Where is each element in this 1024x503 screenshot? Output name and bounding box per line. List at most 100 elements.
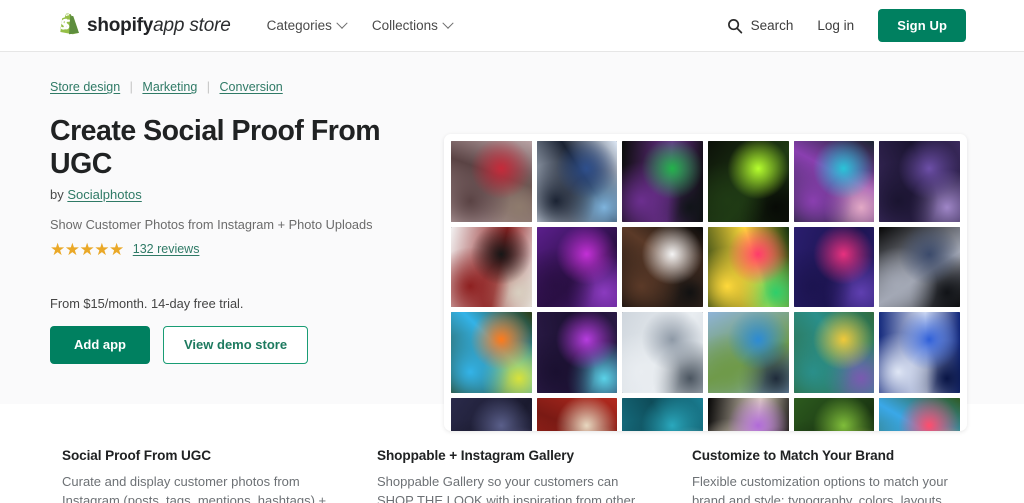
feature-card-2: Shoppable + Instagram Gallery Shoppable … <box>377 448 692 503</box>
gallery-photo-image <box>536 141 618 222</box>
search-icon <box>727 18 743 34</box>
gallery-photo[interactable] <box>536 226 618 308</box>
brand-wordmark: shopifyapp store <box>87 15 231 37</box>
feature-card-1: Social Proof From UGC Curate and display… <box>62 448 377 503</box>
gallery-photo[interactable] <box>536 398 618 431</box>
add-app-button[interactable]: Add app <box>50 325 150 364</box>
gallery-photo-image <box>451 312 532 393</box>
gallery-photo[interactable] <box>622 398 703 431</box>
view-demo-store-button[interactable]: View demo store <box>163 325 309 364</box>
gallery-photo[interactable] <box>451 226 532 308</box>
gallery-photo-image <box>879 312 960 393</box>
feature-card-3: Customize to Match Your Brand Flexible c… <box>692 448 1007 503</box>
chevron-down-icon <box>442 17 454 29</box>
breadcrumb-separator: | <box>129 80 133 94</box>
developer-link[interactable]: Socialphotos <box>67 187 141 202</box>
nav-item-collections[interactable]: Collections <box>371 17 454 33</box>
gallery-photo[interactable] <box>451 312 532 393</box>
gallery-photo-image <box>622 141 703 222</box>
app-info-panel: Store design | Marketing | Conversion Cr… <box>0 52 400 404</box>
login-link[interactable]: Log in <box>817 18 854 33</box>
rating-row: ★ ★ ★ ★ ★ 132 reviews <box>50 241 400 258</box>
signup-button[interactable]: Sign Up <box>878 9 966 42</box>
gallery-photo-image <box>622 226 703 308</box>
site-header: shopifyapp store Categories Collections … <box>0 0 1024 52</box>
app-hero-section: Store design | Marketing | Conversion Cr… <box>0 52 1024 431</box>
gallery-photo-image <box>707 312 789 394</box>
chevron-down-icon <box>336 17 348 29</box>
gallery-photo-image <box>879 226 960 308</box>
brand-name-italic: app store <box>153 14 231 36</box>
gallery-photo-image <box>793 398 875 431</box>
gallery-photo[interactable] <box>622 141 703 222</box>
reviews-link[interactable]: 132 reviews <box>133 242 200 256</box>
gallery-photo[interactable] <box>879 141 960 222</box>
page-title: Create Social Proof From UGC <box>50 115 381 180</box>
gallery-photo-image <box>451 226 532 308</box>
gallery-photo-image <box>536 398 618 431</box>
gallery-photo[interactable] <box>451 398 532 431</box>
gallery-photo[interactable] <box>622 312 703 393</box>
gallery-photo[interactable] <box>707 226 789 308</box>
gallery-photo-image <box>879 141 960 222</box>
breadcrumb-store-design[interactable]: Store design <box>50 80 120 94</box>
star-icon: ★ <box>109 239 124 259</box>
gallery-photo[interactable] <box>793 226 875 308</box>
shopify-bag-icon <box>58 13 80 38</box>
gallery-photo[interactable] <box>451 141 532 222</box>
feature-body: Curate and display customer photos from … <box>62 474 327 503</box>
by-prefix: by <box>50 186 68 202</box>
search-label: Search <box>750 18 794 33</box>
gallery-photo-image <box>879 398 960 431</box>
gallery-photo[interactable] <box>707 312 789 394</box>
gallery-photo[interactable] <box>793 398 875 431</box>
feature-title: Shoppable + Instagram Gallery <box>377 448 574 463</box>
nav-item-categories[interactable]: Categories <box>267 17 348 33</box>
header-actions: Search Log in Sign Up <box>727 9 966 42</box>
breadcrumb-marketing[interactable]: Marketing <box>142 80 197 94</box>
cta-row: Add app View demo store <box>50 325 400 364</box>
gallery-photo-image <box>536 226 618 308</box>
gallery-photo-image <box>536 312 618 394</box>
breadcrumb-conversion[interactable]: Conversion <box>220 80 283 94</box>
star-icon: ★ <box>50 239 65 259</box>
gallery-photo[interactable] <box>707 398 789 431</box>
gallery-photo-image <box>707 141 789 222</box>
gallery-photo[interactable] <box>879 312 960 393</box>
developer-byline: by Socialphotos <box>50 187 400 202</box>
gallery-photo[interactable] <box>536 141 618 222</box>
app-tagline: Show Customer Photos from Instagram + Ph… <box>50 216 373 232</box>
gallery-photo-image <box>451 141 532 222</box>
gallery-photo-image <box>622 312 703 393</box>
star-rating: ★ ★ ★ ★ ★ <box>50 241 124 258</box>
feature-body: Shoppable Gallery so your customers can … <box>377 474 636 503</box>
breadcrumb-separator: | <box>206 80 211 94</box>
app-screenshot-card <box>444 134 967 431</box>
pricing-note: From $15/month. 14-day free trial. <box>50 295 244 311</box>
gallery-photo[interactable] <box>707 141 789 222</box>
feature-body: Flexible customization options to match … <box>692 474 948 503</box>
gallery-photo-image <box>793 312 875 394</box>
feature-title: Social Proof From UGC <box>62 448 211 463</box>
gallery-photo[interactable] <box>793 312 875 394</box>
breadcrumb: Store design | Marketing | Conversion <box>50 80 400 94</box>
search-button[interactable]: Search <box>727 18 794 34</box>
gallery-photo-image <box>793 141 875 222</box>
gallery-photo[interactable] <box>879 398 960 431</box>
gallery-photo-image <box>793 226 875 308</box>
gallery-photo[interactable] <box>793 141 875 222</box>
photo-gallery-grid <box>451 141 960 431</box>
nav-collections-label: Collections <box>371 18 438 33</box>
feature-title: Customize to Match Your Brand <box>692 448 895 463</box>
gallery-photo[interactable] <box>622 226 703 308</box>
brand-name-bold: shopify <box>87 14 154 36</box>
star-icon: ★ <box>64 239 80 259</box>
gallery-photo-image <box>707 398 789 431</box>
gallery-photo[interactable] <box>879 226 960 308</box>
shopify-app-store-logo[interactable]: shopifyapp store <box>58 13 231 38</box>
star-icon: ★ <box>79 239 95 259</box>
gallery-photo-image <box>707 226 789 308</box>
gallery-photo-image <box>622 398 703 431</box>
star-icon: ★ <box>94 239 109 259</box>
gallery-photo[interactable] <box>536 312 618 394</box>
